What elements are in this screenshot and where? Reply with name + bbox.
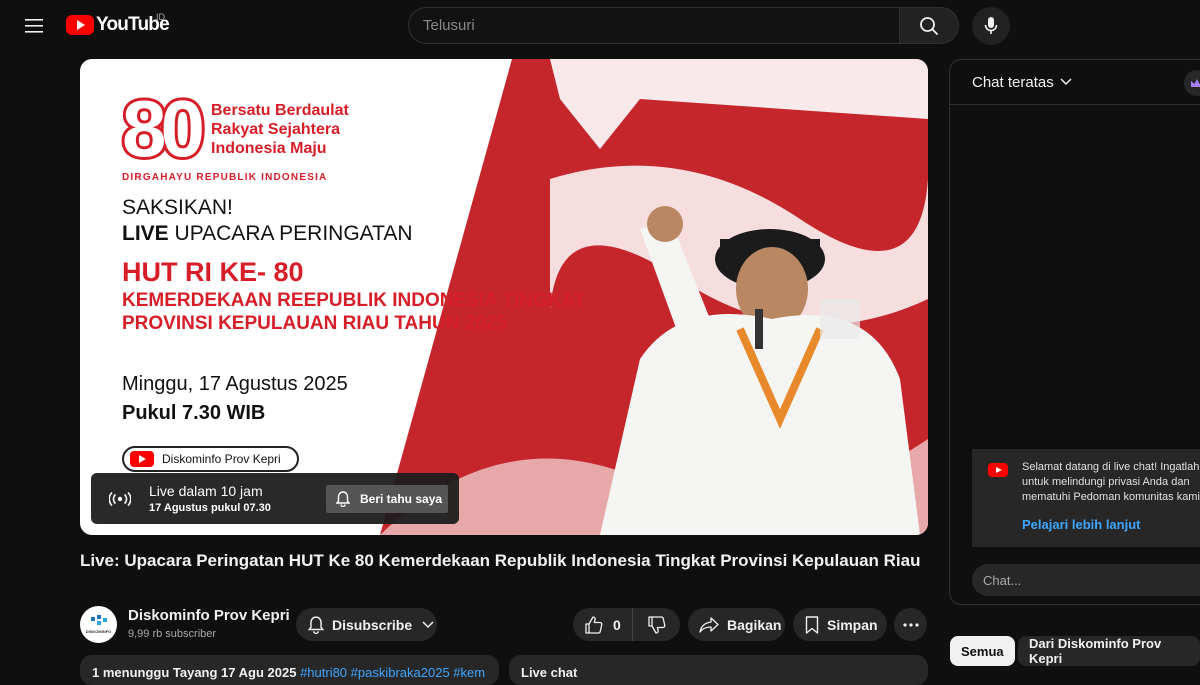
youtube-icon xyxy=(988,463,1008,477)
share-button[interactable]: Bagikan xyxy=(688,608,785,641)
diskominfo-logo-icon xyxy=(90,615,107,625)
saksikan-line: SAKSIKAN! xyxy=(122,196,233,219)
thumbnail-channel-name: Diskominfo Prov Kepri xyxy=(162,452,281,466)
hut-heading: HUT RI KE- 80 xyxy=(122,257,304,287)
save-button[interactable]: Simpan xyxy=(793,608,887,641)
event-date: Minggu, 17 Agustus 2025 xyxy=(122,373,348,395)
avatar-text: DISKOMINFO xyxy=(85,629,112,634)
youtube-logo[interactable]: YouTube xyxy=(66,14,170,36)
thumbs-up-icon xyxy=(585,615,603,634)
saksikan-heading: SAKSIKAN! LIVE UPACARA PERINGATAN xyxy=(122,195,413,247)
chip-from-channel[interactable]: Dari Diskominfo Prov Kepri xyxy=(1018,636,1200,666)
video-title: Live: Upacara Peringatan HUT Ke 80 Kemer… xyxy=(80,551,921,570)
like-count: 0 xyxy=(613,616,621,633)
bookmark-icon xyxy=(805,615,819,634)
crown-icon xyxy=(1191,79,1200,87)
youtube-icon xyxy=(130,451,154,467)
description-meta: 1 menunggu Tayang 17 Agu 2025 xyxy=(92,665,301,680)
kemerdekaan-text: KEMERDEKAAN REEPUBLIK INDONESIA TINGKAT … xyxy=(122,290,586,334)
dirgahayu-text: DIRGAHAYU REPUBLIK INDONESIA xyxy=(122,172,328,183)
notify-me-button[interactable]: Beri tahu saya xyxy=(326,485,448,513)
search-box[interactable] xyxy=(408,7,900,44)
save-label: Simpan xyxy=(827,616,878,633)
chat-mode-selector[interactable]: Chat teratas xyxy=(950,60,1200,105)
subscribe-label: Disubscribe xyxy=(332,616,413,633)
live-chat-panel: Chat teratas Selamat datang di live chat… xyxy=(949,59,1200,605)
live-schedule: 17 Agustus pukul 07.30 xyxy=(149,502,271,514)
bell-icon xyxy=(308,615,324,634)
livechat-replay-box[interactable]: Live chat xyxy=(509,655,928,685)
welcome-text: Selamat datang di live chat! Ingatlah un… xyxy=(1022,461,1200,503)
bell-icon xyxy=(336,491,350,507)
share-label: Bagikan xyxy=(727,616,782,633)
learn-more-link[interactable]: Pelajari lebih lanjut xyxy=(1022,517,1200,532)
motto-text: Bersatu Berdaulat Rakyat Sejahtera Indon… xyxy=(211,102,349,157)
channel-name[interactable]: Diskominfo Prov Kepri xyxy=(128,607,290,624)
chat-input-box[interactable] xyxy=(972,564,1200,596)
anniversary-number: 80 xyxy=(122,84,205,173)
live-word: LIVE xyxy=(122,222,169,245)
thumbs-down-icon xyxy=(647,615,665,634)
chevron-down-icon xyxy=(422,620,434,628)
description-hashtags[interactable]: #hutri80 #paskibraka2025 #kem xyxy=(300,665,485,680)
event-time: Pukul 7.30 WIB xyxy=(122,402,266,424)
microphone-icon xyxy=(984,17,998,34)
upacara-text: UPACARA PERINGATAN xyxy=(168,222,413,245)
dislike-button[interactable] xyxy=(633,615,680,634)
like-dislike-group: 0 xyxy=(573,608,680,641)
search-icon xyxy=(920,16,939,35)
hamburger-icon xyxy=(25,19,43,33)
share-icon xyxy=(699,616,719,633)
more-actions-button[interactable] xyxy=(894,608,927,641)
chevron-down-icon xyxy=(1060,78,1072,86)
live-countdown-card: Live dalam 10 jam 17 Agustus pukul 07.30… xyxy=(91,473,459,524)
description-box[interactable]: 1 menunggu Tayang 17 Agu 2025 #hutri80 #… xyxy=(80,655,499,685)
live-broadcast-icon xyxy=(109,491,131,506)
thumbnail-channel-pill: Diskominfo Prov Kepri xyxy=(122,446,299,472)
live-countdown: Live dalam 10 jam xyxy=(149,483,263,499)
chat-welcome-message: Selamat datang di live chat! Ingatlah un… xyxy=(972,449,1200,547)
chat-input[interactable] xyxy=(983,572,1200,588)
chat-mode-label: Chat teratas xyxy=(972,73,1054,91)
country-code: ID xyxy=(156,12,165,22)
notify-label: Beri tahu saya xyxy=(360,492,443,506)
live-upacara-line: LIVE UPACARA PERINGATAN xyxy=(122,221,413,247)
livechat-label: Live chat xyxy=(521,665,578,680)
like-button[interactable]: 0 xyxy=(573,608,633,641)
menu-button[interactable] xyxy=(16,8,52,44)
video-player[interactable]: 80 80 Bersatu Berdaulat Rakyat Sejahtera… xyxy=(80,59,928,535)
search-button[interactable] xyxy=(899,7,959,44)
subscriber-count: 9,99 rb subscriber xyxy=(128,628,217,640)
chip-all[interactable]: Semua xyxy=(950,636,1015,666)
channel-avatar[interactable]: DISKOMINFO xyxy=(80,606,117,643)
search-input[interactable] xyxy=(423,17,900,34)
voice-search-button[interactable] xyxy=(972,7,1010,45)
subscribed-button[interactable]: Disubscribe xyxy=(296,608,437,641)
youtube-play-icon xyxy=(66,15,94,35)
more-horizontal-icon xyxy=(902,622,919,627)
